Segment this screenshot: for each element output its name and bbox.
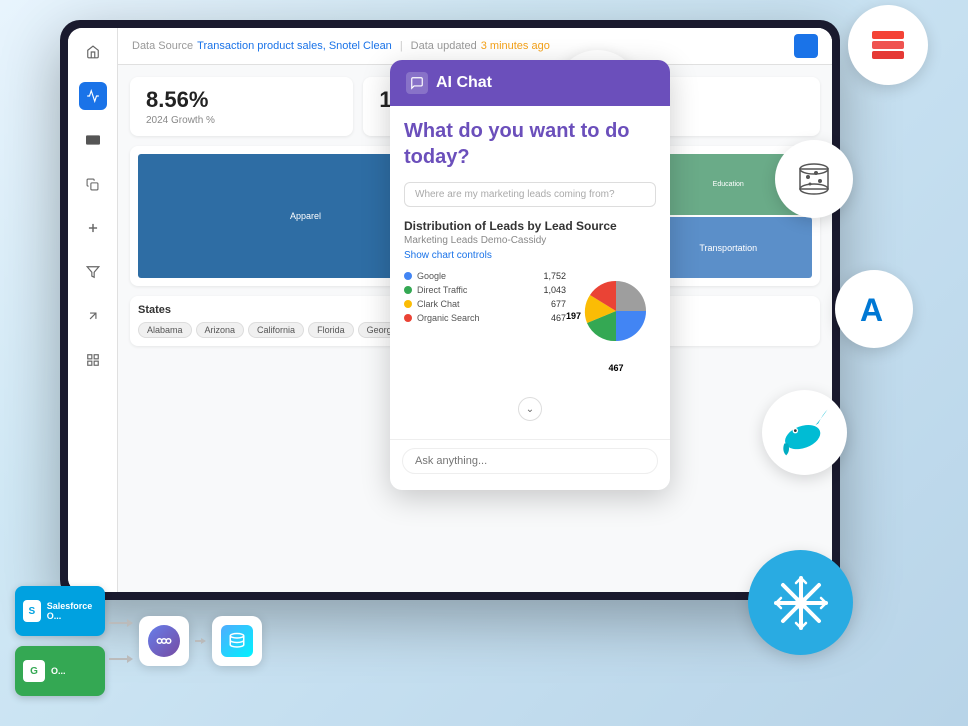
state-chip-california[interactable]: California xyxy=(248,322,304,338)
arrow-head-bottom xyxy=(127,655,133,663)
sidebar xyxy=(68,28,118,592)
transform-icon-2 xyxy=(221,625,253,657)
pie-label-left: 197 xyxy=(566,311,581,321)
workflow-area: S Salesforce O... G O... xyxy=(15,586,268,696)
salesforce-logo: S xyxy=(23,600,41,622)
sidebar-icon-chart[interactable] xyxy=(79,82,107,110)
sidebar-icon-rect[interactable] xyxy=(79,126,107,154)
sheets-logo: G xyxy=(23,660,45,682)
salesforce-label: Salesforce O... xyxy=(47,601,97,621)
kpi-value-growth: 8.56% xyxy=(146,87,337,113)
narwhal-icon-circle xyxy=(762,390,847,475)
ai-chart-pie-container: 197 467 xyxy=(576,271,656,361)
separator: | xyxy=(400,40,403,52)
pie-label-bottom: 467 xyxy=(608,363,623,373)
legend-value-direct: 1,043 xyxy=(543,285,566,295)
sidebar-icon-plus[interactable] xyxy=(79,214,107,242)
ai-chat-title: AI Chat xyxy=(436,74,492,92)
sidebar-icon-copy[interactable] xyxy=(79,170,107,198)
state-chip-florida[interactable]: Florida xyxy=(308,322,354,338)
workflow-arrow-top xyxy=(109,619,133,627)
ai-chat-panel: AI Chat What do you want to do today? Wh… xyxy=(390,60,670,490)
update-label: Data updated xyxy=(411,40,477,52)
state-chip-alabama[interactable]: Alabama xyxy=(138,322,192,338)
workflow-sources: S Salesforce O... G O... xyxy=(15,586,105,696)
chevron-down-button[interactable]: ⌄ xyxy=(518,397,542,421)
legend-dot-clark xyxy=(404,300,412,308)
arrow-line-bottom xyxy=(109,658,127,660)
ai-chat-icon xyxy=(406,72,428,94)
sidebar-icon-arrow[interactable] xyxy=(79,302,107,330)
pie-chart xyxy=(576,271,656,351)
legend-value-organic: 467 xyxy=(551,313,566,323)
legend-item-google: Google 1,752 xyxy=(404,271,566,281)
legend-value-google: 1,752 xyxy=(543,271,566,281)
legend-item-clark: Clark Chat 677 xyxy=(404,299,566,309)
workflow-source-salesforce: S Salesforce O... xyxy=(15,586,105,636)
kpi-label-growth: 2024 Growth % xyxy=(146,115,337,126)
legend-item-organic: Organic Search 467 xyxy=(404,313,566,323)
workflow-transform-box-1 xyxy=(139,616,189,666)
sidebar-icon-filter[interactable] xyxy=(79,258,107,286)
datasource-name: Transaction product sales, Snotel Clean xyxy=(197,40,392,52)
legend-label-clark: Clark Chat xyxy=(417,299,460,309)
legend-label-direct: Direct Traffic xyxy=(417,285,467,295)
workflow-source-sheets: G O... xyxy=(15,646,105,696)
arrow-line-top xyxy=(109,622,127,624)
workflow-arrow-bottom xyxy=(109,655,133,663)
ai-chat-footer xyxy=(390,439,670,482)
stackhero-icon-circle xyxy=(848,5,928,85)
sidebar-icon-grid[interactable] xyxy=(79,346,107,374)
workflow-arrow-middle xyxy=(195,638,206,644)
svg-text:A: A xyxy=(860,292,883,328)
ai-chart-subtitle: Marketing Leads Demo-Cassidy xyxy=(404,235,656,246)
ai-chart-legend: Google 1,752 Direct Traffic 1,043 Clark … xyxy=(404,271,566,391)
legend-dot-direct xyxy=(404,286,412,294)
ai-chat-body: What do you want to do today? Where are … xyxy=(390,106,670,439)
transform-icon-1 xyxy=(148,625,180,657)
legend-item-direct: Direct Traffic 1,043 xyxy=(404,285,566,295)
snowflake-icon-circle xyxy=(748,550,853,655)
state-chip-arizona[interactable]: Arizona xyxy=(196,322,245,338)
topbar-action-button[interactable] xyxy=(794,34,818,58)
ai-chat-input-hint[interactable]: Where are my marketing leads coming from… xyxy=(404,182,656,207)
arrow-head-top xyxy=(127,619,133,627)
ai-chat-header: AI Chat xyxy=(390,60,670,106)
workflow-arrows xyxy=(109,619,133,663)
ai-chart-link[interactable]: Show chart controls xyxy=(404,250,656,261)
legend-value-clark: 677 xyxy=(551,299,566,309)
update-time: 3 minutes ago xyxy=(481,40,550,52)
datasource-label: Data Source xyxy=(132,40,193,52)
legend-label-organic: Organic Search xyxy=(417,313,480,323)
ask-input[interactable] xyxy=(402,448,658,474)
sidebar-icon-home[interactable] xyxy=(79,38,107,66)
legend-dot-organic xyxy=(404,314,412,322)
ai-chart-title: Distribution of Leads by Lead Source xyxy=(404,219,656,233)
legend-label-google: Google xyxy=(417,271,446,281)
databricks-icon-circle xyxy=(775,140,853,218)
ai-chat-question: What do you want to do today? xyxy=(404,118,656,170)
ai-chart-content: Google 1,752 Direct Traffic 1,043 Clark … xyxy=(404,271,656,391)
legend-dot-google xyxy=(404,272,412,280)
azure-icon-circle: A xyxy=(835,270,913,348)
workflow-transform-box-2 xyxy=(212,616,262,666)
sheets-label: O... xyxy=(51,666,66,676)
kpi-card-growth: 8.56% 2024 Growth % xyxy=(130,77,353,136)
